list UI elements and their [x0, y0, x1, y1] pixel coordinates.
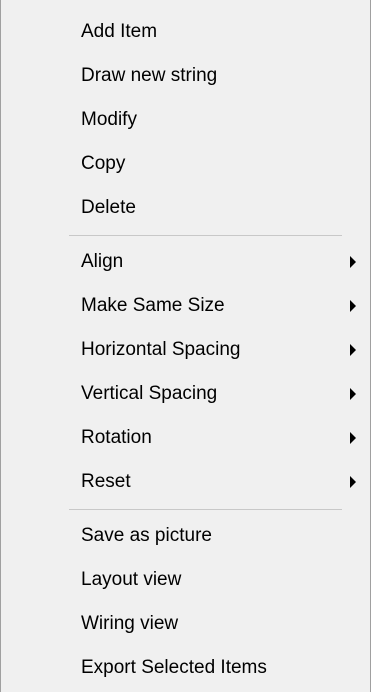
menu-item-label: Copy: [81, 153, 126, 174]
chevron-right-icon: [350, 476, 356, 488]
separator-line: [69, 235, 342, 236]
menu-item-modify[interactable]: Modify: [1, 98, 370, 142]
menu-item-align[interactable]: Align: [1, 240, 370, 284]
menu-item-delete[interactable]: Delete: [1, 186, 370, 230]
chevron-right-icon: [350, 300, 356, 312]
menu-item-vertical-spacing[interactable]: Vertical Spacing: [1, 372, 370, 416]
menu-item-label: Vertical Spacing: [81, 383, 218, 404]
menu-item-label: Reset: [81, 471, 131, 492]
menu-separator: [1, 504, 370, 514]
menu-item-label: Align: [81, 251, 124, 272]
menu-item-label: Make Same Size: [81, 295, 225, 316]
chevron-right-icon: [350, 432, 356, 444]
menu-item-make-same-size[interactable]: Make Same Size: [1, 284, 370, 328]
menu-item-label: Horizontal Spacing: [81, 339, 241, 360]
context-menu: Add Item Draw new string Modify Copy Del…: [0, 0, 371, 692]
menu-item-label: Add Item: [81, 21, 158, 42]
menu-item-copy[interactable]: Copy: [1, 142, 370, 186]
menu-item-save-as-picture[interactable]: Save as picture: [1, 514, 370, 558]
menu-item-label: Rotation: [81, 427, 152, 448]
menu-separator: [1, 230, 370, 240]
menu-item-label: Save as picture: [81, 525, 212, 546]
menu-item-export-selected-items[interactable]: Export Selected Items: [1, 646, 370, 690]
menu-item-label: Export Selected Items: [81, 657, 267, 678]
menu-item-label: Delete: [81, 197, 136, 218]
menu-items: Add Item Draw new string Modify Copy Del…: [1, 10, 370, 690]
menu-item-label: Draw new string: [81, 65, 218, 86]
chevron-right-icon: [350, 388, 356, 400]
menu-item-label: Wiring view: [81, 613, 179, 634]
separator-line: [69, 509, 342, 510]
menu-item-label: Layout view: [81, 569, 182, 590]
menu-item-horizontal-spacing[interactable]: Horizontal Spacing: [1, 328, 370, 372]
menu-item-add-item[interactable]: Add Item: [1, 10, 370, 54]
menu-item-layout-view[interactable]: Layout view: [1, 558, 370, 602]
chevron-right-icon: [350, 256, 356, 268]
menu-item-draw-new-string[interactable]: Draw new string: [1, 54, 370, 98]
menu-item-reset[interactable]: Reset: [1, 460, 370, 504]
menu-item-label: Modify: [81, 109, 137, 130]
menu-item-rotation[interactable]: Rotation: [1, 416, 370, 460]
menu-item-wiring-view[interactable]: Wiring view: [1, 602, 370, 646]
chevron-right-icon: [350, 344, 356, 356]
